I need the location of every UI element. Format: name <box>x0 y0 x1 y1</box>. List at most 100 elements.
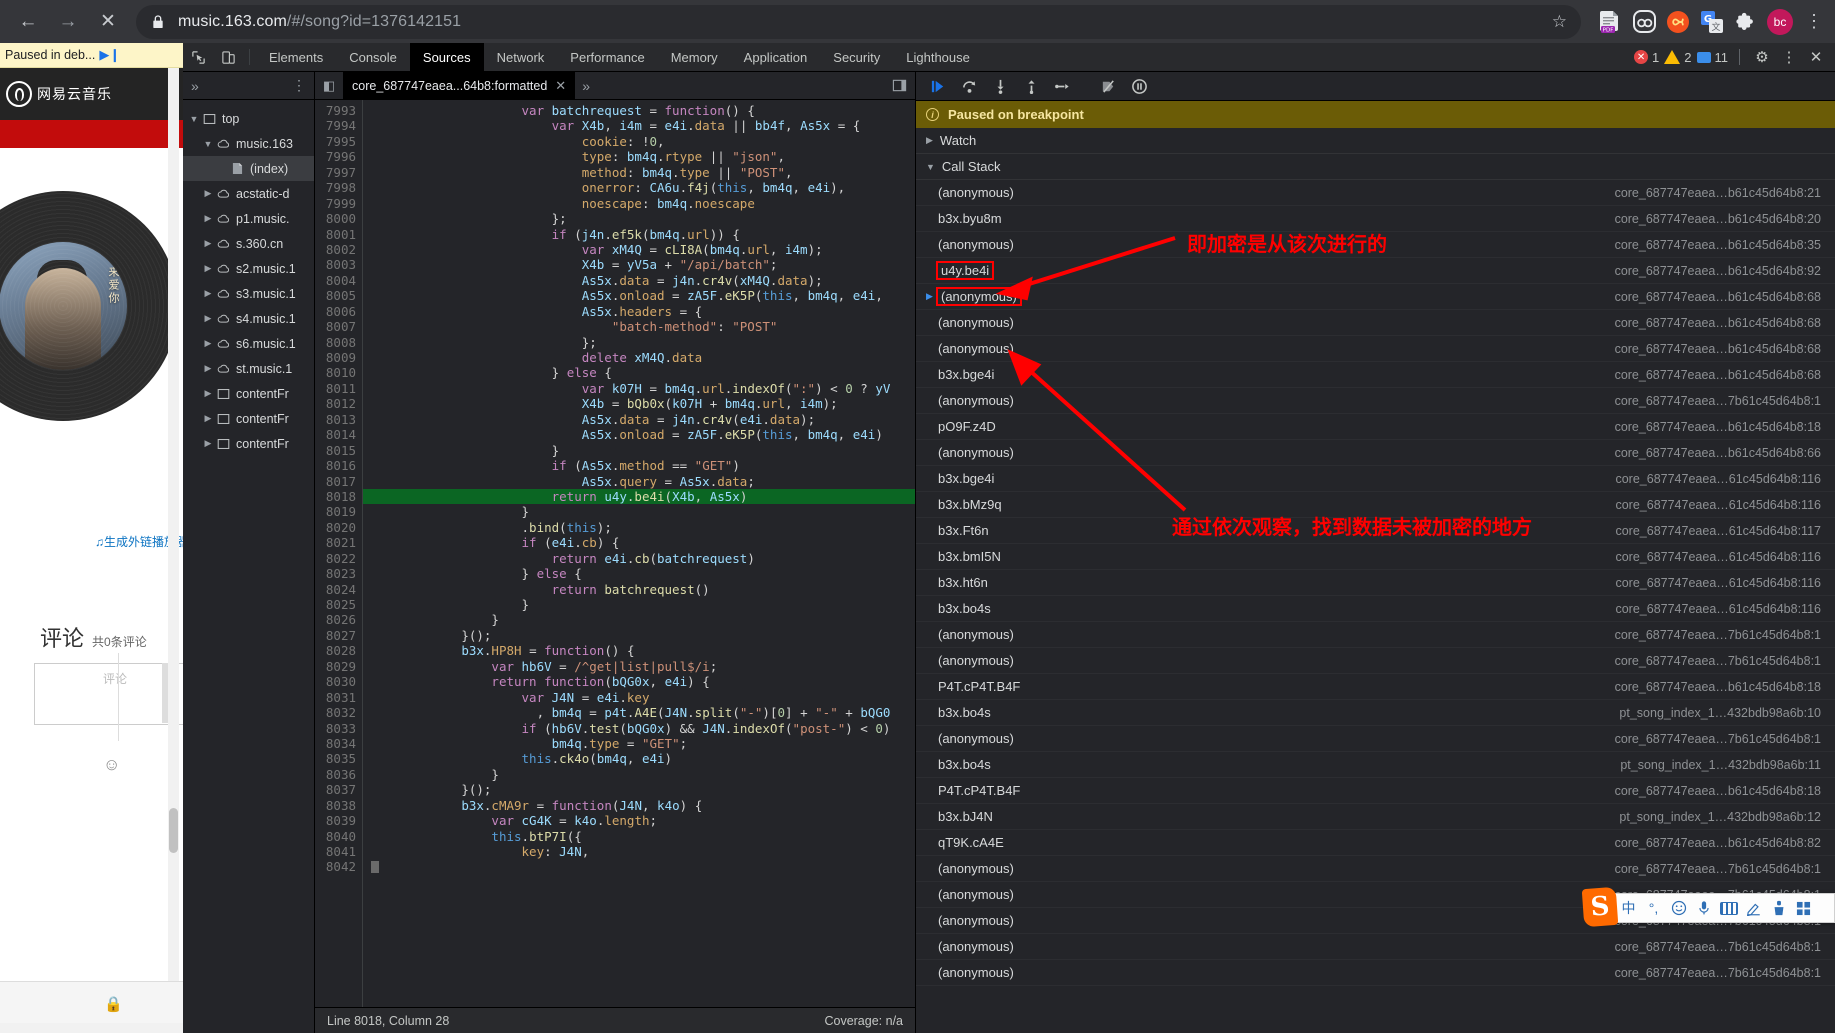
tab-console[interactable]: Console <box>336 43 410 71</box>
call-stack-source-location[interactable]: core_687747eaea…61c45d64b8:116 <box>1615 472 1821 486</box>
line-number[interactable]: 7994 <box>315 118 356 133</box>
call-stack-row[interactable]: b3x.byu8m core_687747eaea…b61c45d64b8:20 <box>916 206 1835 232</box>
code-line[interactable]: noescape: bm4q.noescape <box>363 196 915 211</box>
code-line[interactable]: As5x.onload = zA5F.eK5P(this, bm4q, e4i, <box>363 288 915 303</box>
call-stack-source-location[interactable]: core_687747eaea…61c45d64b8:116 <box>1615 576 1821 590</box>
call-stack-row[interactable]: (anonymous) core_687747eaea…7b61c45d64b8:… <box>916 388 1835 414</box>
call-stack-source-location[interactable]: core_687747eaea…7b61c45d64b8:1 <box>1615 394 1821 408</box>
address-bar[interactable]: music.163.com/#/song?id=1376142151 ☆ <box>136 4 1581 39</box>
line-number[interactable]: 8028 <box>315 643 356 658</box>
stop-button[interactable]: ✕ <box>88 2 128 42</box>
code-line[interactable]: }(); <box>363 628 915 643</box>
call-stack-row[interactable]: b3x.bmI5N core_687747eaea…61c45d64b8:116 <box>916 544 1835 570</box>
call-stack-source-location[interactable]: core_687747eaea…7b61c45d64b8:1 <box>1615 862 1821 876</box>
ime-emoji-icon[interactable] <box>1667 897 1690 919</box>
code-line[interactable]: this.btP7I({ <box>363 829 915 844</box>
toggle-navigator-icon[interactable]: ◧ <box>315 72 343 99</box>
line-number[interactable]: 8017 <box>315 474 356 489</box>
player-lock-icon[interactable]: 🔒 <box>104 995 123 1013</box>
line-number[interactable]: 8040 <box>315 829 356 844</box>
line-number[interactable]: 8003 <box>315 257 356 272</box>
call-stack-source-location[interactable]: core_687747eaea…b61c45d64b8:68 <box>1615 368 1821 382</box>
code-line[interactable]: As5x.data = j4n.cr4v(xM4Q.data); <box>363 273 915 288</box>
tree-twisty-icon[interactable]: ▶ <box>201 188 215 199</box>
editor-tab-core-formatted[interactable]: core_687747eaea...64b8:formatted ✕ <box>343 72 576 99</box>
call-stack-source-location[interactable]: pt_song_index_1…432bdb98a6b:10 <box>1619 706 1821 720</box>
code-line[interactable]: As5x.query = As5x.data; <box>363 474 915 489</box>
google-translate-icon[interactable]: G 文 <box>1695 5 1729 39</box>
tree-item-contentfr[interactable]: ▶ contentFr <box>183 381 314 406</box>
line-number[interactable]: 8019 <box>315 504 356 519</box>
code-line[interactable]: cookie: !0, <box>363 134 915 149</box>
code-line[interactable]: var X4b, i4m = e4i.data || bb4f, As5x = … <box>363 118 915 133</box>
line-number[interactable]: 8018 <box>315 489 356 504</box>
code-line[interactable]: type: bm4q.rtype || "json", <box>363 149 915 164</box>
step-out-button[interactable] <box>1017 74 1046 98</box>
code-line[interactable]: var k07H = bm4q.url.indexOf(":") < 0 ? y… <box>363 381 915 396</box>
line-number[interactable]: 8038 <box>315 798 356 813</box>
code-line[interactable]: , bm4q = p4t.A4E(J4N.split("-")[0] + "-"… <box>363 705 915 720</box>
call-stack-source-location[interactable]: core_687747eaea…61c45d64b8:116 <box>1615 550 1821 564</box>
pocket-extension-icon[interactable] <box>1627 5 1661 39</box>
line-number[interactable]: 8014 <box>315 427 356 442</box>
tab-elements[interactable]: Elements <box>256 43 336 71</box>
call-stack-row[interactable]: qT9K.cA4E core_687747eaea…b61c45d64b8:82 <box>916 830 1835 856</box>
code-line[interactable]: .bind(this); <box>363 520 915 535</box>
settings-gear-icon[interactable]: ⚙ <box>1751 48 1773 66</box>
code-line[interactable]: return e4i.cb(batchrequest) <box>363 551 915 566</box>
call-stack-row[interactable]: P4T.cP4T.B4F core_687747eaea…b61c45d64b8:… <box>916 674 1835 700</box>
tree-twisty-icon[interactable]: ▶ <box>201 263 215 274</box>
line-number[interactable]: 8007 <box>315 319 356 334</box>
step-button[interactable] <box>1048 74 1077 98</box>
comment-emoji-icon[interactable]: ☺ <box>103 755 120 775</box>
code-line[interactable]: As5x.headers = { <box>363 304 915 319</box>
call-stack-row[interactable]: b3x.bo4s pt_song_index_1…432bdb98a6b:10 <box>916 700 1835 726</box>
call-stack-row[interactable]: (anonymous) core_687747eaea…7b61c45d64b8:… <box>916 648 1835 674</box>
call-stack-row[interactable]: b3x.bge4i core_687747eaea…61c45d64b8:116 <box>916 466 1835 492</box>
tree-item-top[interactable]: ▼ top <box>183 106 314 131</box>
line-number[interactable]: 8039 <box>315 813 356 828</box>
code-line[interactable] <box>363 859 915 874</box>
call-stack-source-location[interactable]: core_687747eaea…7b61c45d64b8:1 <box>1615 940 1821 954</box>
devtools-more-icon[interactable]: ⋮ <box>1778 48 1800 66</box>
line-number[interactable]: 8004 <box>315 273 356 288</box>
call-stack-row[interactable]: b3x.Ft6n core_687747eaea…61c45d64b8:117 <box>916 518 1835 544</box>
tab-security[interactable]: Security <box>820 43 893 71</box>
tree-twisty-icon[interactable]: ▶ <box>201 413 215 424</box>
browser-menu-button[interactable]: ⋮ <box>1797 5 1831 39</box>
line-number[interactable]: 7997 <box>315 165 356 180</box>
line-number[interactable]: 8022 <box>315 551 356 566</box>
call-stack-row[interactable]: b3x.bJ4N pt_song_index_1…432bdb98a6b:12 <box>916 804 1835 830</box>
line-number[interactable]: 8008 <box>315 335 356 350</box>
line-number[interactable]: 8010 <box>315 365 356 380</box>
code-line[interactable]: return function(bQG0x, e4i) { <box>363 674 915 689</box>
code-line[interactable]: "batch-method": "POST" <box>363 319 915 334</box>
ime-punctuation[interactable]: °, <box>1642 897 1665 919</box>
step-over-button[interactable] <box>955 74 984 98</box>
code-line[interactable]: X4b = bQb0x(k07H + bm4q.url, i4m); <box>363 396 915 411</box>
code-line[interactable]: if (e4i.cb) { <box>363 535 915 550</box>
call-stack-source-location[interactable]: core_687747eaea…61c45d64b8:117 <box>1615 524 1821 538</box>
code-line[interactable]: } else { <box>363 365 915 380</box>
ime-handwriting-icon[interactable] <box>1742 897 1765 919</box>
tab-lighthouse[interactable]: Lighthouse <box>893 43 983 71</box>
line-number[interactable]: 8031 <box>315 690 356 705</box>
code-line[interactable]: As5x.data = j4n.cr4v(e4i.data); <box>363 412 915 427</box>
code-viewer[interactable]: 7993 7994 7995 7996 7997 7998 7999 8000 8001 8002… <box>315 100 915 1007</box>
code-line[interactable]: } else { <box>363 566 915 581</box>
line-number[interactable]: 8015 <box>315 443 356 458</box>
tree-item-index[interactable]: (index) <box>183 156 314 181</box>
code-line[interactable]: var batchrequest = function() { <box>363 103 915 118</box>
tree-twisty-icon[interactable]: ▼ <box>187 114 201 124</box>
call-stack-row[interactable]: b3x.bo4s pt_song_index_1…432bdb98a6b:11 <box>916 752 1835 778</box>
tab-application[interactable]: Application <box>731 43 821 71</box>
tree-twisty-icon[interactable]: ▶ <box>201 388 215 399</box>
call-stack-source-location[interactable]: core_687747eaea…61c45d64b8:116 <box>1615 498 1821 512</box>
call-stack-source-location[interactable]: core_687747eaea…b61c45d64b8:68 <box>1615 342 1821 356</box>
extensions-puzzle-icon[interactable] <box>1729 5 1763 39</box>
code-line[interactable]: } <box>363 504 915 519</box>
call-stack-row[interactable]: b3x.bMz9q core_687747eaea…61c45d64b8:116 <box>916 492 1835 518</box>
tree-item-s4-music-1[interactable]: ▶ s4.music.1 <box>183 306 314 331</box>
tree-twisty-icon[interactable]: ▶ <box>201 438 215 449</box>
editor-more-tabs-icon[interactable]: » <box>575 72 597 99</box>
